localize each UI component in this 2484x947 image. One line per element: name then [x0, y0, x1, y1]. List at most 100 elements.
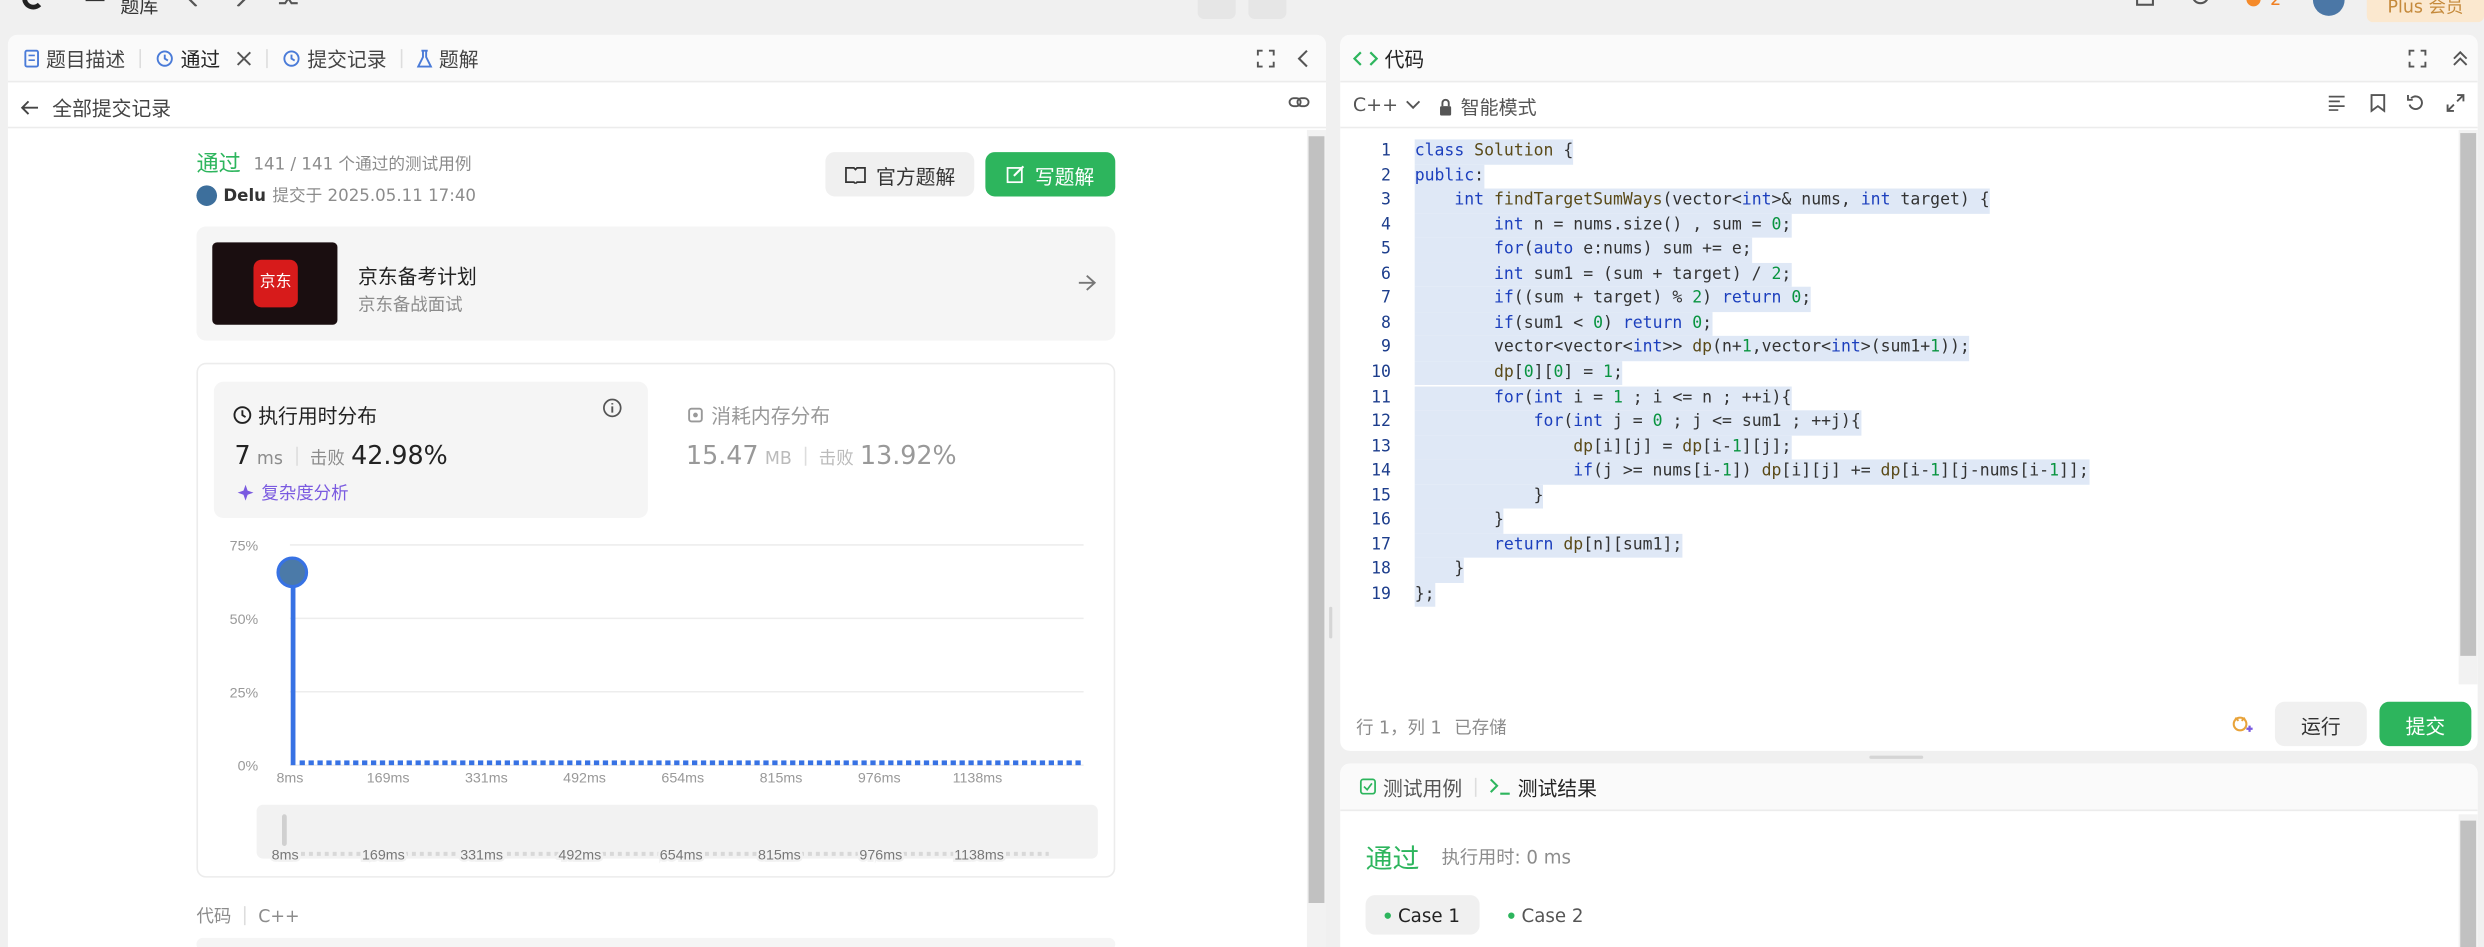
code-line[interactable]: }; — [1414, 582, 1435, 608]
test-scrollbar[interactable] — [2458, 814, 2478, 947]
chart-bar[interactable] — [1004, 760, 1010, 766]
chart-bar[interactable] — [656, 760, 662, 766]
chart-bar[interactable] — [424, 760, 430, 766]
chart-bar[interactable] — [647, 760, 653, 766]
collapse-icon[interactable] — [2452, 49, 2468, 68]
debug-icon[interactable] — [2231, 713, 2253, 735]
chart-bar[interactable] — [692, 760, 698, 766]
chart-bar[interactable] — [932, 760, 939, 766]
chart-bar[interactable] — [914, 760, 921, 766]
runtime-distribution-chart[interactable]: 75% 50% 25% 0% 8ms 169ms 331ms 492ms 654ms 815ms 9… — [214, 532, 1101, 795]
code-line[interactable]: int n = nums.size() , sum = 0; — [1414, 213, 1792, 238]
chart-bar[interactable] — [709, 760, 716, 766]
chart-bar[interactable] — [959, 760, 965, 766]
chart-bar[interactable] — [1021, 760, 1028, 766]
format-icon[interactable] — [2327, 95, 2346, 111]
chart-bar[interactable] — [968, 760, 974, 766]
left-scrollbar[interactable] — [1306, 129, 1326, 947]
fullscreen-icon[interactable] — [2446, 93, 2465, 112]
chart-bar[interactable] — [754, 760, 760, 766]
avatar[interactable] — [2312, 0, 2345, 16]
chart-bar[interactable] — [567, 760, 573, 766]
chart-bar[interactable] — [763, 760, 769, 766]
code-line[interactable]: } — [1414, 484, 1544, 509]
write-solution-button[interactable]: 写题解 — [985, 152, 1116, 197]
info-icon[interactable] — [602, 398, 623, 419]
chart-bar[interactable] — [950, 760, 956, 766]
chart-bar[interactable] — [870, 760, 876, 766]
chart-bar[interactable] — [629, 760, 635, 766]
code-line[interactable]: int findTargetSumWays(vector<int>& nums,… — [1414, 188, 1990, 214]
chart-bar[interactable] — [825, 760, 832, 766]
editor-scrollbar[interactable] — [2458, 129, 2478, 685]
chart-bar[interactable] — [451, 760, 457, 766]
chart-bar[interactable] — [576, 760, 582, 766]
code-line[interactable]: int sum1 = (sum + target) / 2; — [1414, 262, 1792, 288]
code-line[interactable]: for(int j = 0 ; j <= sum1 ; ++j){ — [1414, 410, 1861, 435]
chart-bar[interactable] — [1030, 760, 1037, 766]
chart-bar[interactable] — [406, 760, 412, 766]
maximize-icon[interactable] — [1256, 49, 1275, 68]
chart-bar[interactable] — [593, 760, 600, 766]
chart-bar[interactable] — [362, 760, 368, 766]
leetcode-logo-icon[interactable] — [22, 0, 45, 10]
chart-bar[interactable] — [790, 760, 796, 766]
chart-bar[interactable] — [290, 559, 296, 766]
streak-counter[interactable]: 2 — [2246, 0, 2281, 10]
chart-bar[interactable] — [344, 760, 350, 766]
chart-bar[interactable] — [772, 760, 778, 766]
chart-bar[interactable] — [897, 760, 903, 766]
chart-bar[interactable] — [397, 760, 403, 766]
chart-bar[interactable] — [718, 760, 725, 766]
chart-bar[interactable] — [326, 760, 332, 766]
chart-bar[interactable] — [379, 760, 386, 766]
chart-bar[interactable] — [986, 760, 992, 766]
chart-bar[interactable] — [611, 760, 618, 766]
prev-problem-icon[interactable] — [187, 0, 200, 7]
code-line[interactable]: public: — [1414, 164, 1485, 189]
chart-bar[interactable] — [308, 760, 314, 766]
maximize-icon[interactable] — [2408, 49, 2427, 68]
link-icon[interactable] — [1288, 93, 1310, 112]
code-line[interactable]: vector<vector<int>> dp(n+1,vector<int>(s… — [1414, 336, 1970, 362]
chart-bar[interactable] — [1048, 760, 1054, 766]
chart-bar[interactable] — [1075, 760, 1081, 766]
code-line[interactable]: if(j >= nums[i-1]) dp[i][j] += dp[i-1][j… — [1414, 459, 2089, 485]
arrow-right-icon[interactable] — [1077, 274, 1097, 291]
chart-bar[interactable] — [442, 760, 448, 766]
chart-bar[interactable] — [852, 760, 858, 766]
chart-bar[interactable] — [745, 760, 751, 766]
problem-list-link[interactable]: 题库 — [120, 0, 158, 19]
chart-bar[interactable] — [469, 760, 475, 766]
chart-bar[interactable] — [495, 760, 502, 766]
code-line[interactable]: if((sum + target) % 2) return 0; — [1414, 287, 1812, 312]
tab-solutions[interactable]: 题解 — [416, 43, 479, 73]
chart-bar[interactable] — [549, 760, 555, 766]
tab-description[interactable]: 题目描述 — [24, 43, 125, 73]
ad-card[interactable]: 京东 京东备考计划 京东备战面试 — [196, 226, 1116, 341]
chart-bar[interactable] — [995, 760, 1001, 766]
chart-bar[interactable] — [602, 760, 609, 766]
chart-bar[interactable] — [736, 760, 742, 766]
chart-bar[interactable] — [388, 760, 395, 766]
chart-bar[interactable] — [638, 760, 644, 766]
chart-bar[interactable] — [799, 760, 805, 766]
chart-bar[interactable] — [504, 760, 511, 766]
case-1-tab[interactable]: Case 1 — [1365, 895, 1480, 935]
chart-bar[interactable] — [923, 760, 930, 766]
smart-mode-toggle[interactable]: 智能模式 — [1438, 93, 1537, 120]
code-line[interactable]: dp[0][0] = 1; — [1414, 361, 1623, 386]
chart-bar[interactable] — [415, 760, 421, 766]
chart-bar[interactable] — [370, 760, 377, 766]
bookmark-icon[interactable] — [2370, 93, 2386, 113]
chart-bar[interactable] — [977, 760, 983, 766]
chart-bar[interactable] — [843, 760, 849, 766]
case-2-tab[interactable]: Case 2 — [1502, 895, 1591, 935]
back-to-submissions[interactable]: 全部提交记录 — [20, 92, 171, 122]
resize-handle[interactable] — [1869, 755, 1924, 759]
chart-bar[interactable] — [460, 760, 466, 766]
collapse-icon[interactable] — [1297, 49, 1310, 68]
chart-bar[interactable] — [683, 760, 689, 766]
chart-bar[interactable] — [700, 760, 707, 766]
plus-member-button[interactable]: Plus 会员 — [2366, 0, 2484, 23]
